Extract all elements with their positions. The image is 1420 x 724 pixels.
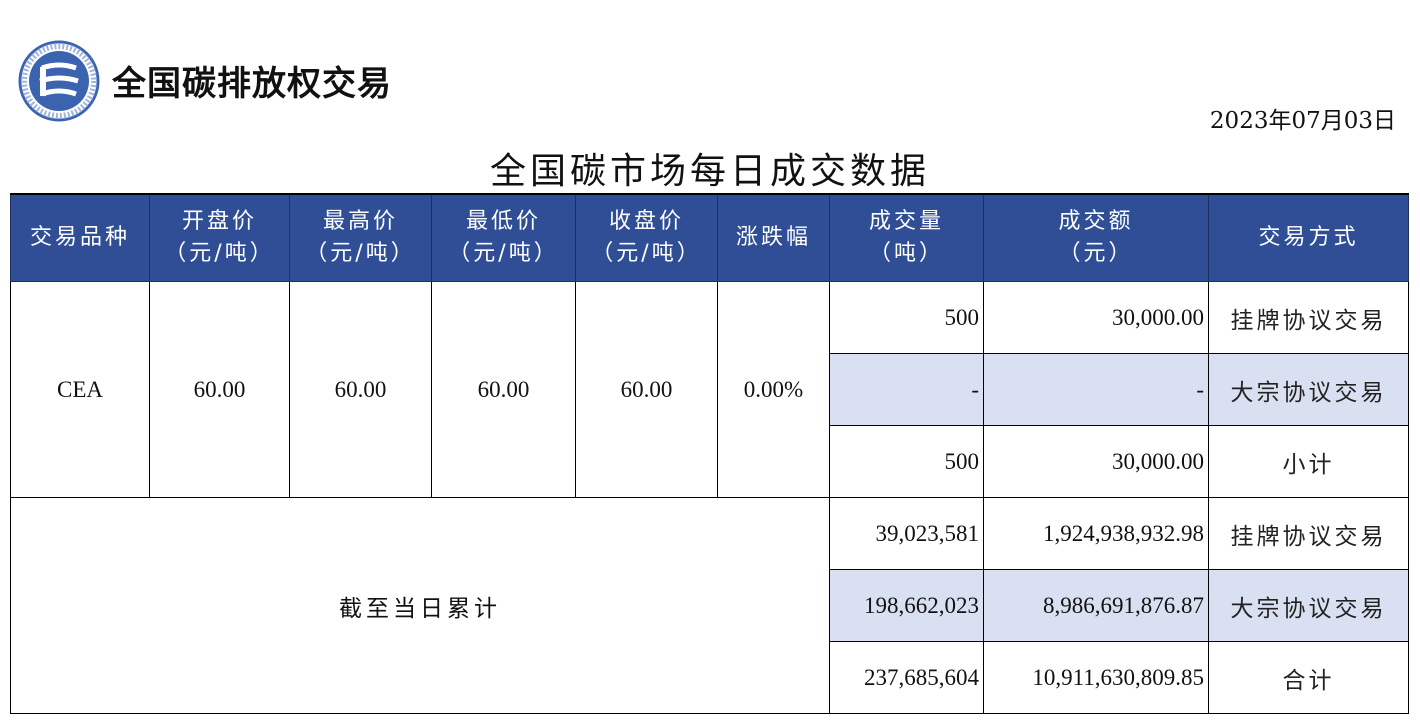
cell-volume: 500	[829, 425, 984, 498]
cell-cum-volume: 198,662,023	[829, 569, 984, 642]
col-header-mode: 交易方式	[1208, 193, 1409, 282]
col-header-high: 最高价 （元/吨）	[289, 193, 432, 282]
cell-product: CEA	[10, 281, 150, 498]
cell-high-price: 60.00	[289, 281, 432, 498]
cell-mode: 挂牌协议交易	[1208, 497, 1409, 570]
cell-amount: 30,000.00	[983, 281, 1209, 354]
cell-amount: 30,000.00	[983, 425, 1209, 498]
cell-mode: 合计	[1208, 641, 1409, 714]
cell-cum-volume: 237,685,604	[829, 641, 984, 714]
col-header-change: 涨跌幅	[717, 193, 830, 282]
cell-open-price: 60.00	[149, 281, 290, 498]
exchange-logo	[18, 40, 100, 122]
col-header-volume: 成交量 （吨）	[829, 193, 984, 282]
cell-mode: 大宗协议交易	[1208, 569, 1409, 642]
brand-name: 全国碳排放权交易	[112, 64, 392, 104]
cell-cum-volume: 39,023,581	[829, 497, 984, 570]
cell-mode: 挂牌协议交易	[1208, 281, 1409, 354]
cell-cum-amount: 8,986,691,876.87	[983, 569, 1209, 642]
cell-volume: 500	[829, 281, 984, 354]
cell-close-price: 60.00	[575, 281, 718, 498]
col-header-low: 最低价 （元/吨）	[431, 193, 576, 282]
cell-low-price: 60.00	[431, 281, 576, 498]
cell-mode: 小计	[1208, 425, 1409, 498]
col-header-open: 开盘价 （元/吨）	[149, 193, 290, 282]
cell-cum-amount: 10,911,630,809.85	[983, 641, 1209, 714]
cumulative-label: 截至当日累计	[10, 497, 830, 714]
cell-cum-amount: 1,924,938,932.98	[983, 497, 1209, 570]
cell-change: 0.00%	[717, 281, 830, 498]
col-header-product: 交易品种	[10, 193, 150, 282]
report-date: 2023年07月03日	[1209, 108, 1396, 134]
cell-volume: -	[829, 353, 984, 426]
trading-data-table: 交易品种 开盘价 （元/吨） 最高价 （元/吨） 最低价 （元/吨） 收盘价 （元/吨）…	[10, 193, 1409, 714]
cell-amount: -	[983, 353, 1209, 426]
table-row: CEA 60.00 60.00 60.00 60.00 0.00% 500 30…	[10, 281, 1409, 498]
table-header-row: 交易品种 开盘价 （元/吨） 最高价 （元/吨） 最低价 （元/吨） 收盘价 （元/吨）…	[10, 193, 1409, 282]
table-row: 截至当日累计 39,023,581 1,924,938,932.98 挂牌协议交…	[10, 497, 1409, 714]
col-header-amount: 成交额 （元）	[983, 193, 1209, 282]
col-header-close: 收盘价 （元/吨）	[575, 193, 718, 282]
cell-mode: 大宗协议交易	[1208, 353, 1409, 426]
page-title: 全国碳市场每日成交数据	[489, 151, 930, 192]
